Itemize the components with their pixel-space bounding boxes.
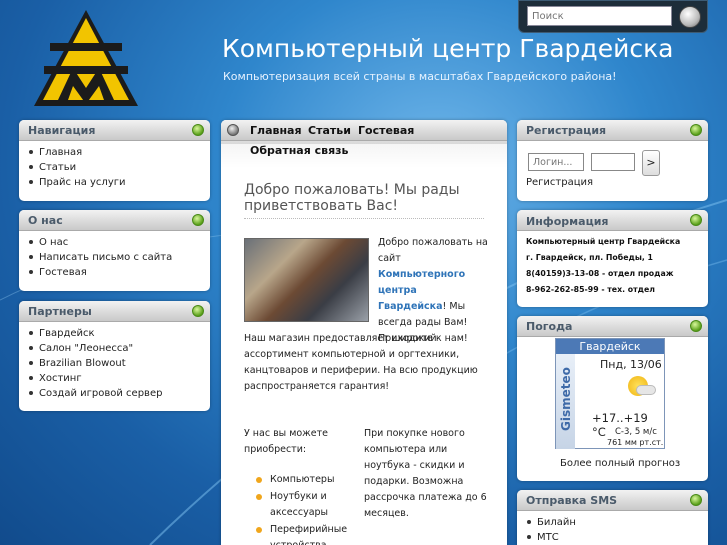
navigation-header: Навигация bbox=[19, 120, 210, 141]
info-box: Информация Компьютерный центр Гвардейска… bbox=[517, 210, 708, 307]
register-link[interactable]: Регистрация bbox=[526, 177, 593, 188]
about-item-write[interactable]: Написать письмо с сайта bbox=[28, 250, 210, 265]
main-nav-feedback[interactable]: Обратная связь bbox=[250, 144, 349, 157]
about-item-about[interactable]: О нас bbox=[28, 235, 210, 250]
site-title: Компьютерный центр Гвардейска bbox=[222, 34, 674, 63]
weather-widget[interactable]: Гвардейск Gismeteo Пнд, 13/06 +17..+19 °… bbox=[555, 338, 665, 449]
search-icon[interactable] bbox=[679, 6, 701, 28]
gismeteo-logo: Gismeteo bbox=[556, 354, 575, 449]
cloud-icon bbox=[636, 385, 656, 395]
about-box: О нас О нас Написать письмо с сайта Гост… bbox=[19, 210, 210, 291]
green-dot-icon bbox=[192, 305, 204, 317]
info-line: 8(40159)3-13-08 - отдел продаж bbox=[526, 269, 674, 278]
weather-pressure: 761 мм рт.ст. bbox=[607, 438, 664, 447]
article-paragraph: Наш магазин предоставляет широкий ассорт… bbox=[244, 333, 478, 392]
search-bar bbox=[518, 0, 708, 33]
article-image bbox=[244, 238, 369, 322]
nav-item-prices[interactable]: Прайс на услуги bbox=[28, 175, 210, 190]
about-header: О нас bbox=[19, 210, 210, 231]
partner-item[interactable]: Салон "Леонесса" bbox=[28, 341, 210, 356]
green-dot-icon bbox=[690, 124, 702, 136]
site-subtitle: Компьютеризация всей страны в масштабах … bbox=[223, 70, 617, 83]
green-dot-icon bbox=[690, 494, 702, 506]
weather-box: Погода Гвардейск Gismeteo Пнд, 13/06 +17… bbox=[517, 316, 708, 481]
weather-city: Гвардейск bbox=[556, 339, 664, 354]
navigation-box: Навигация Главная Статьи Прайс на услуги bbox=[19, 120, 210, 201]
main-content: Главная Статьи Гостевая Обратная связь Д… bbox=[221, 120, 507, 545]
info-header: Информация bbox=[517, 210, 708, 231]
article-heading: Добро пожаловать! Мы рады приветствовать… bbox=[244, 182, 484, 219]
sms-item-mts[interactable]: МТС bbox=[526, 530, 708, 545]
list-item: Перефирийные устройства bbox=[255, 522, 355, 545]
sms-item-beeline[interactable]: Билайн bbox=[526, 515, 708, 530]
green-dot-icon bbox=[192, 124, 204, 136]
buy-heading: У нас вы можете приобрести: bbox=[244, 428, 328, 455]
password-field[interactable] bbox=[591, 153, 635, 171]
login-button[interactable]: > bbox=[642, 150, 660, 176]
main-nav: Главная Статьи Гостевая Обратная связь bbox=[221, 120, 507, 168]
partner-item[interactable]: Brazilian Blowout bbox=[28, 356, 210, 371]
buy-list: Компьютеры Ноутбуки и аксессуары Перефир… bbox=[255, 472, 355, 545]
partners-header: Партнеры bbox=[19, 301, 210, 322]
list-item: Компьютеры bbox=[255, 472, 355, 488]
weather-more-link[interactable]: Более полный прогноз bbox=[560, 458, 680, 469]
registration-header: Регистрация bbox=[517, 120, 708, 141]
weather-header: Погода bbox=[517, 316, 708, 337]
weather-date: Пнд, 13/06 bbox=[600, 358, 662, 371]
main-nav-guestbook[interactable]: Гостевая bbox=[358, 124, 414, 137]
list-item: Ноутбуки и аксессуары bbox=[255, 489, 355, 521]
info-line: 8-962-262-85-99 - тех. отдел bbox=[526, 285, 655, 294]
partner-item[interactable]: Гвардейск bbox=[28, 326, 210, 341]
partners-box: Партнеры Гвардейск Салон "Леонесса" Braz… bbox=[19, 301, 210, 411]
main-nav-articles[interactable]: Статьи bbox=[308, 124, 351, 137]
weather-wind: С-3, 5 м/с bbox=[615, 427, 657, 437]
green-dot-icon bbox=[690, 320, 702, 332]
search-input[interactable] bbox=[527, 6, 672, 26]
partner-item[interactable]: Хостинг bbox=[28, 371, 210, 386]
nav-item-articles[interactable]: Статьи bbox=[28, 160, 210, 175]
about-item-guestbook[interactable]: Гостевая bbox=[28, 265, 210, 280]
registration-box: Регистрация > Регистрация bbox=[517, 120, 708, 201]
main-nav-home[interactable]: Главная bbox=[250, 124, 302, 137]
info-line: г. Гвардейск, пл. Победы, 1 bbox=[526, 253, 653, 262]
promo-text: При покупке нового компьютера или ноутбу… bbox=[364, 428, 487, 519]
sms-header: Отправка SMS bbox=[517, 490, 708, 511]
login-field[interactable] bbox=[528, 153, 584, 171]
partner-item[interactable]: Создай игровой сервер bbox=[28, 386, 210, 401]
site-logo[interactable] bbox=[28, 8, 144, 110]
sms-box: Отправка SMS Билайн МТС bbox=[517, 490, 708, 545]
green-dot-icon bbox=[192, 214, 204, 226]
green-dot-icon bbox=[690, 214, 702, 226]
gray-dot-icon bbox=[227, 124, 239, 136]
info-line: Компьютерный центр Гвардейска bbox=[526, 237, 681, 246]
nav-item-home[interactable]: Главная bbox=[28, 145, 210, 160]
